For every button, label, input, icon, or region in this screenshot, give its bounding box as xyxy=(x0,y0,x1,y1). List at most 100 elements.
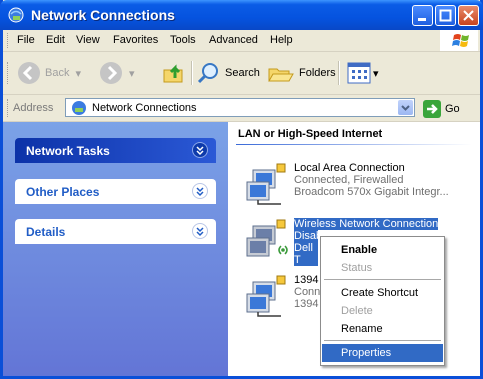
details-title: Details xyxy=(26,225,66,239)
search-label: Search xyxy=(225,67,260,79)
menu-advanced[interactable]: Advanced xyxy=(209,34,258,46)
network-computer-icon xyxy=(246,275,286,317)
menu-item-rename[interactable]: Rename xyxy=(322,320,443,338)
views-dropdown-icon: ▾ xyxy=(373,67,379,80)
section-title: LAN or High-Speed Internet xyxy=(238,128,383,140)
menu-item-label: Delete xyxy=(341,305,373,317)
menu-grip xyxy=(7,33,11,48)
back-dropdown-icon[interactable]: ▾ xyxy=(75,67,81,80)
up-button[interactable] xyxy=(161,60,187,86)
title-bar[interactable]: Network Connections xyxy=(0,0,483,30)
menu-item-label: Enable xyxy=(341,244,378,256)
menu-separator xyxy=(324,340,441,341)
menu-edit[interactable]: Edit xyxy=(46,34,65,46)
expand-chevron-icon[interactable] xyxy=(192,183,208,199)
menu-item-properties[interactable]: Properties xyxy=(322,344,443,362)
address-dropdown-button[interactable] xyxy=(398,100,413,115)
close-button[interactable] xyxy=(458,5,479,26)
minimize-button[interactable] xyxy=(412,5,433,26)
go-arrow-icon xyxy=(423,100,441,118)
menu-tools[interactable]: Tools xyxy=(170,34,196,46)
other-places-title: Other Places xyxy=(26,185,100,199)
menu-item-delete: Delete xyxy=(322,302,443,320)
context-menu: Enable Status Create Shortcut Delete Ren… xyxy=(320,236,445,366)
search-button[interactable]: Search xyxy=(197,60,260,86)
minimize-icon xyxy=(418,18,426,21)
connection-item-local-area[interactable]: Local Area Connection Connected, Firewal… xyxy=(236,158,476,208)
address-value: Network Connections xyxy=(92,102,197,114)
connection-text: 1394 Conn 1394 xyxy=(294,274,320,310)
connection-device: Dell T xyxy=(294,242,318,266)
back-label: Back xyxy=(45,67,70,79)
network-computer-icon xyxy=(246,163,286,205)
menu-item-create-shortcut[interactable]: Create Shortcut xyxy=(322,284,443,302)
windows-flag-icon xyxy=(452,34,469,47)
menu-item-label: Create Shortcut xyxy=(341,287,419,299)
menu-view[interactable]: View xyxy=(76,34,100,46)
menu-item-label: Status xyxy=(341,262,373,274)
connection-name: Wireless Network Connection xyxy=(294,218,439,230)
menu-help[interactable]: Help xyxy=(270,34,293,46)
connection-device: 1394 xyxy=(294,298,319,310)
maximize-button[interactable] xyxy=(435,5,456,26)
menu-file[interactable]: File xyxy=(17,34,35,46)
task-pane: Network Tasks Other Places Details xyxy=(3,122,228,376)
connection-name: 1394 xyxy=(294,274,319,286)
up-folder-icon xyxy=(163,64,183,83)
maximize-icon xyxy=(439,9,452,22)
go-button[interactable]: Go xyxy=(423,100,460,118)
menu-item-status: Status xyxy=(322,259,443,277)
views-button[interactable]: ▾ xyxy=(347,60,379,86)
standard-toolbar: Back ▾ ▾ Search Folders ▾ xyxy=(3,52,480,95)
windows-logo xyxy=(440,30,478,51)
menu-item-label: Rename xyxy=(341,323,383,335)
back-arrow-icon xyxy=(18,62,40,84)
connection-device: Broadcom 570x Gigabit Integr... xyxy=(294,186,449,198)
window-title: Network Connections xyxy=(31,7,175,23)
wireless-network-icon xyxy=(246,219,288,257)
other-places-header[interactable]: Other Places xyxy=(15,179,216,204)
network-tasks-header[interactable]: Network Tasks xyxy=(15,138,216,163)
menu-item-label: Properties xyxy=(341,347,392,359)
forward-dropdown-icon[interactable]: ▾ xyxy=(129,67,135,80)
connection-text: Local Area Connection Connected, Firewal… xyxy=(294,162,449,198)
folders-label: Folders xyxy=(299,67,336,79)
chevron-down-icon xyxy=(196,146,204,156)
expand-chevron-icon[interactable] xyxy=(192,223,208,239)
network-connections-icon xyxy=(72,101,86,115)
connection-name: Local Area Connection xyxy=(294,162,405,174)
folders-icon xyxy=(268,68,294,82)
forward-arrow-icon xyxy=(100,62,122,84)
network-connections-icon xyxy=(8,7,24,23)
menu-item-enable[interactable]: Enable xyxy=(322,241,443,259)
connection-status: Connected, Firewalled xyxy=(294,174,404,186)
menu-bar: File Edit View Favorites Tools Advanced … xyxy=(3,30,480,52)
forward-button[interactable]: ▾ xyxy=(99,60,135,86)
menu-favorites[interactable]: Favorites xyxy=(113,34,158,46)
address-bar: Address Network Connections Go xyxy=(3,95,480,122)
network-tasks-title: Network Tasks xyxy=(26,144,110,158)
folders-button[interactable]: Folders xyxy=(267,60,336,86)
other-places-group[interactable]: Other Places xyxy=(15,179,216,204)
expand-chevron-icon[interactable] xyxy=(192,142,208,158)
chevron-down-icon xyxy=(401,105,410,111)
window: Network Connections File Edit View Favor… xyxy=(0,0,483,379)
toolbar-separator xyxy=(338,61,340,85)
network-tasks-group[interactable]: Network Tasks xyxy=(15,138,216,163)
menu-separator xyxy=(324,279,441,280)
back-button[interactable]: Back ▾ xyxy=(17,60,81,86)
views-icon xyxy=(347,62,371,84)
connection-status: Conn xyxy=(294,286,321,298)
section-divider xyxy=(236,144,472,145)
search-icon xyxy=(197,63,218,84)
toolbar-separator xyxy=(191,61,193,85)
go-label: Go xyxy=(445,103,460,115)
address-grip xyxy=(7,99,11,117)
chevron-down-icon xyxy=(196,227,204,237)
address-label: Address xyxy=(13,102,54,114)
chevron-down-icon xyxy=(196,187,204,197)
details-group[interactable]: Details xyxy=(15,219,216,244)
address-input[interactable]: Network Connections xyxy=(65,98,415,117)
close-icon xyxy=(463,10,474,21)
details-header[interactable]: Details xyxy=(15,219,216,244)
